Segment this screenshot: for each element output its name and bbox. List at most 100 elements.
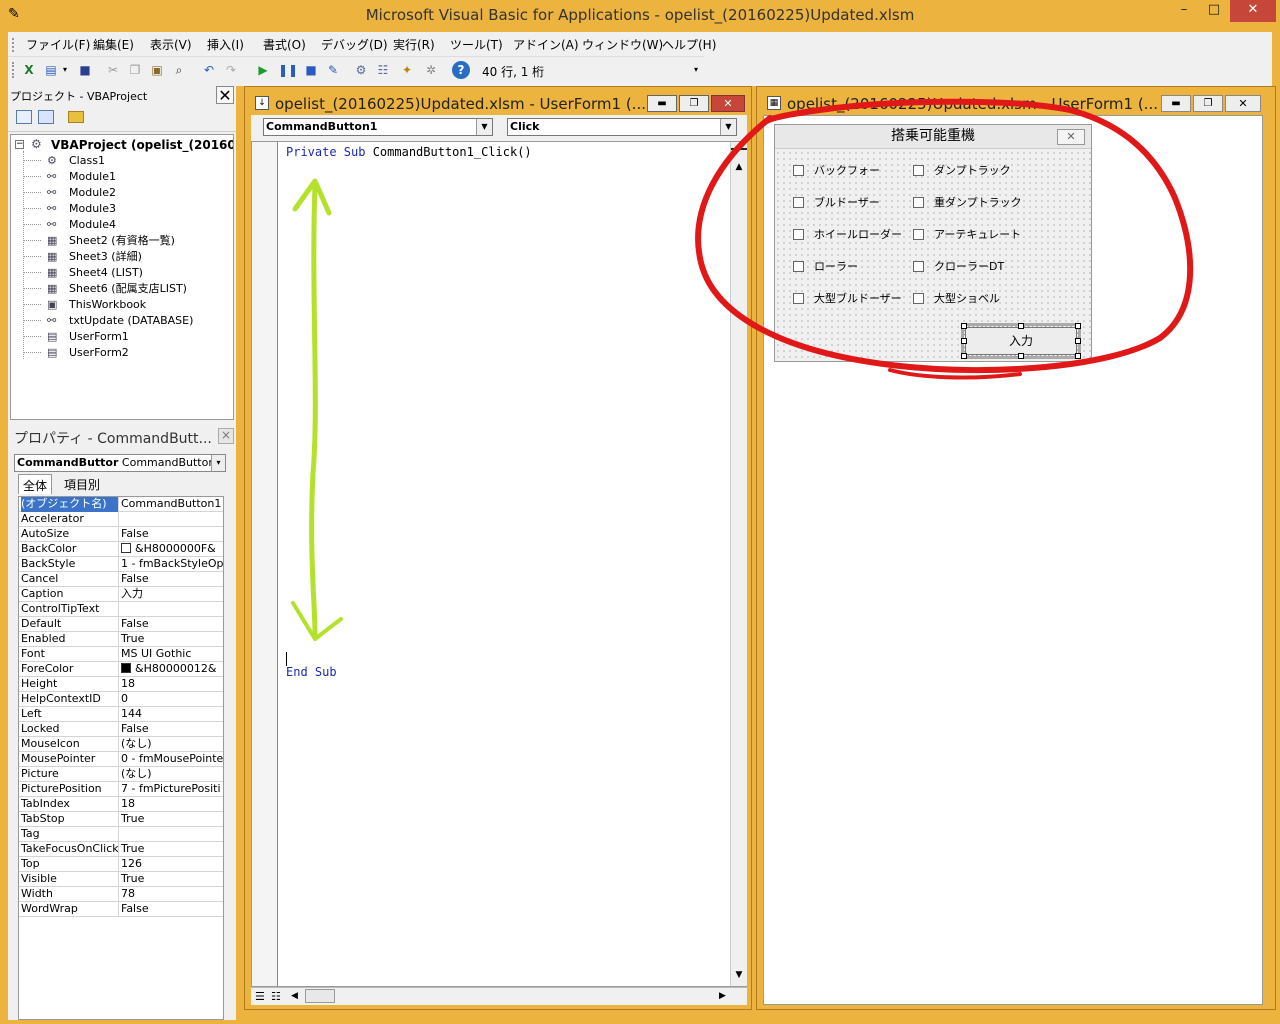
property-row[interactable]: Default False: [19, 617, 223, 632]
object-selector-arrow-icon[interactable]: ▾: [211, 455, 225, 471]
property-row[interactable]: Accelerator: [19, 512, 223, 527]
cut-icon[interactable]: ✂: [104, 61, 122, 79]
property-row[interactable]: Cancel False: [19, 572, 223, 587]
menu-addins[interactable]: アドイン(A): [513, 36, 579, 53]
property-value[interactable]: 1 - fmBackStyleOp: [121, 557, 223, 572]
object-selector-combo[interactable]: CommandButtor CommandButton ▾: [14, 454, 226, 472]
property-value[interactable]: 入力: [121, 587, 223, 602]
menu-run[interactable]: 実行(R): [393, 36, 435, 53]
designer-close-button[interactable]: ✕: [1225, 95, 1261, 112]
menu-format[interactable]: 書式(O): [263, 36, 306, 53]
reset-icon[interactable]: ■: [302, 61, 320, 79]
scroll-left-icon[interactable]: ◀: [291, 991, 298, 1001]
property-row[interactable]: WordWrap False: [19, 902, 223, 917]
project-explorer-close-button[interactable]: ✕: [216, 86, 234, 104]
property-value[interactable]: False: [121, 572, 223, 587]
property-value[interactable]: 78: [121, 887, 223, 902]
undo-icon[interactable]: ↶: [200, 61, 218, 79]
paste-icon[interactable]: ▣: [148, 61, 166, 79]
menu-tools[interactable]: ツール(T): [450, 36, 503, 53]
toolbar-grip[interactable]: [12, 62, 15, 78]
property-row[interactable]: TabIndex 18: [19, 797, 223, 812]
property-value[interactable]: False: [121, 527, 223, 542]
property-row[interactable]: ForeColor &H80000012&: [19, 662, 223, 677]
tree-item[interactable]: Module3: [69, 201, 116, 217]
tree-item[interactable]: Sheet4 (LIST): [69, 265, 143, 281]
property-value[interactable]: [121, 512, 223, 527]
design-mode-icon[interactable]: ✎: [324, 61, 342, 79]
property-value[interactable]: True: [121, 842, 223, 857]
scroll-down-arrow-icon[interactable]: ▼: [731, 970, 747, 984]
property-row[interactable]: AutoSize False: [19, 527, 223, 542]
property-value[interactable]: 0 - fmMousePointe: [121, 752, 223, 767]
property-row[interactable]: Left 144: [19, 707, 223, 722]
property-value[interactable]: (なし): [121, 737, 223, 752]
break-icon[interactable]: ❚❚: [278, 61, 298, 79]
property-row[interactable]: BackColor &H8000000F&: [19, 542, 223, 557]
tree-item[interactable]: UserForm2: [69, 345, 129, 361]
property-value[interactable]: 0: [121, 692, 223, 707]
view-code-icon[interactable]: [16, 110, 32, 124]
copy-icon[interactable]: ❐: [126, 61, 144, 79]
menu-file[interactable]: ファイル(F): [26, 36, 90, 53]
property-row[interactable]: (オブジェクト名) CommandButton1: [19, 497, 223, 512]
help-icon[interactable]: ?: [452, 61, 470, 79]
property-value[interactable]: &H80000012&: [121, 662, 223, 677]
procedure-view-icon[interactable]: ☰: [255, 990, 265, 1003]
property-row[interactable]: Locked False: [19, 722, 223, 737]
property-value[interactable]: True: [121, 872, 223, 887]
property-row[interactable]: TabStop True: [19, 812, 223, 827]
property-row[interactable]: Height 18: [19, 677, 223, 692]
tree-item[interactable]: Sheet2 (有資格一覧): [69, 233, 175, 249]
property-row[interactable]: ControlTipText: [19, 602, 223, 617]
property-row[interactable]: BackStyle 1 - fmBackStyleOp: [19, 557, 223, 572]
tab-categorized[interactable]: 項目別: [60, 474, 105, 494]
menubar-grip[interactable]: [12, 38, 15, 52]
object-combo-arrow-icon[interactable]: ▼: [476, 119, 492, 135]
maximize-button[interactable]: □: [1200, 0, 1228, 22]
property-value[interactable]: True: [121, 812, 223, 827]
property-value[interactable]: True: [121, 632, 223, 647]
run-icon[interactable]: ▶: [254, 61, 272, 79]
tree-item[interactable]: Module1: [69, 169, 116, 185]
property-value[interactable]: (なし): [121, 767, 223, 782]
toggle-folders-icon[interactable]: [68, 111, 84, 123]
property-value[interactable]: 144: [121, 707, 223, 722]
menu-edit[interactable]: 編集(E): [93, 36, 134, 53]
tree-item[interactable]: UserForm1: [69, 329, 129, 345]
property-row[interactable]: TakeFocusOnClick True: [19, 842, 223, 857]
properties-window-icon[interactable]: ☷: [374, 61, 392, 79]
property-row[interactable]: Visible True: [19, 872, 223, 887]
property-value[interactable]: False: [121, 722, 223, 737]
insert-userform-icon[interactable]: ▤: [42, 61, 60, 79]
redo-icon[interactable]: ↷: [222, 61, 240, 79]
property-row[interactable]: Font MS UI Gothic: [19, 647, 223, 662]
property-value[interactable]: False: [121, 617, 223, 632]
insert-dropdown-icon[interactable]: ▾: [60, 61, 70, 79]
project-explorer-icon[interactable]: ⚙: [352, 61, 370, 79]
tree-item[interactable]: Class1: [69, 153, 105, 169]
horizontal-scroll-thumb[interactable]: [305, 989, 335, 1003]
view-object-icon[interactable]: [38, 110, 54, 124]
property-value[interactable]: &H8000000F&: [121, 542, 223, 557]
property-row[interactable]: Picture (なし): [19, 767, 223, 782]
excel-view-icon[interactable]: X: [20, 61, 38, 79]
tree-root-vbaproject[interactable]: VBAProject (opelist_(20160225: [51, 137, 233, 153]
property-value[interactable]: 126: [121, 857, 223, 872]
object-browser-icon[interactable]: ✦: [398, 61, 416, 79]
menu-window[interactable]: ウィンドウ(W): [582, 36, 663, 53]
property-value[interactable]: [121, 827, 223, 842]
close-button[interactable]: ✕: [1230, 0, 1276, 22]
property-value[interactable]: 18: [121, 677, 223, 692]
object-combo[interactable]: CommandButton1 ▼: [263, 118, 493, 136]
property-value[interactable]: False: [121, 902, 223, 917]
code-horizontal-scrollbar[interactable]: ☰ ☷ ◀ ▶: [251, 987, 747, 1005]
property-value[interactable]: CommandButton1: [121, 497, 223, 512]
property-row[interactable]: Top 126: [19, 857, 223, 872]
property-row[interactable]: Caption 入力: [19, 587, 223, 602]
tree-item[interactable]: Sheet3 (詳細): [69, 249, 142, 265]
property-row[interactable]: Tag: [19, 827, 223, 842]
menu-insert[interactable]: 挿入(I): [207, 36, 244, 53]
toolbox-icon[interactable]: ✲: [422, 61, 440, 79]
property-row[interactable]: MousePointer 0 - fmMousePointe: [19, 752, 223, 767]
